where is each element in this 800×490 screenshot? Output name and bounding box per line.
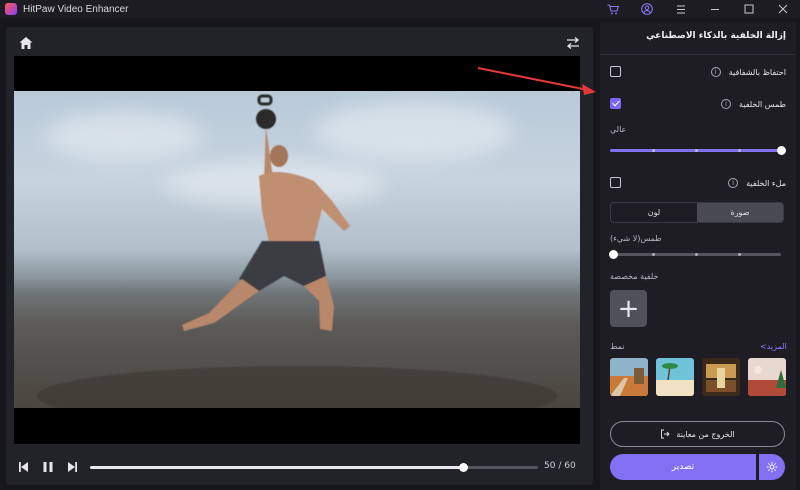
playback-progress-bar[interactable] <box>90 463 538 472</box>
time-total: 60 <box>564 461 576 471</box>
app-title: HitPaw Video Enhancer <box>23 3 129 15</box>
time-display: 50 / 60 <box>544 461 576 471</box>
keep-transparency-label: احتفاظ بالشفافية <box>728 67 786 77</box>
person-figure <box>37 94 557 408</box>
tab-color[interactable]: لون <box>611 203 697 222</box>
pause-icon[interactable] <box>40 459 56 475</box>
custom-background-label: خلفية مخصصة <box>610 272 659 281</box>
blur-none-label: طمس(لا شيء) <box>610 234 662 243</box>
blur-amount-slider[interactable] <box>609 250 781 259</box>
maximize-icon[interactable] <box>732 0 766 18</box>
previous-frame-icon[interactable] <box>16 459 32 475</box>
video-frame <box>14 91 580 408</box>
keep-transparency-checkbox[interactable] <box>610 66 621 77</box>
fill-background-label: ملء الخلفية <box>746 178 786 188</box>
export-button[interactable]: تصدير <box>610 454 756 480</box>
progress-handle[interactable] <box>459 463 469 472</box>
blur-background-label: طمس الخلفية <box>739 99 786 109</box>
exit-preview-button[interactable]: الخروج من معاينة <box>610 421 785 447</box>
info-icon[interactable]: i <box>721 99 732 109</box>
time-separator: / <box>558 461 562 471</box>
menu-icon[interactable] <box>664 0 698 18</box>
user-icon[interactable] <box>630 0 664 18</box>
compare-swap-icon[interactable] <box>565 36 581 50</box>
gear-icon <box>766 461 778 473</box>
video-preview[interactable] <box>14 56 580 444</box>
minimize-icon[interactable] <box>698 0 732 18</box>
settings-panel: إزالة الخلفية بالذكاء الاصطناعي احتفاظ ب… <box>600 22 796 490</box>
preview-area: 50 / 60 <box>6 27 593 485</box>
progress-fill <box>90 466 464 469</box>
fill-background-checkbox[interactable] <box>610 177 621 188</box>
thumbnail-christmas[interactable] <box>748 358 786 396</box>
home-icon[interactable] <box>18 36 34 50</box>
keep-transparency-row: احتفاظ بالشفافية i <box>710 65 786 79</box>
blur-background-row: طمس الخلفية i <box>721 97 786 111</box>
more-link[interactable]: المزيد> <box>760 342 787 351</box>
blur-level-label: عالي <box>610 125 627 134</box>
panel-title: إزالة الخلفية بالذكاء الاصطناعي <box>646 31 786 41</box>
exit-preview-label: الخروج من معاينة <box>676 429 735 439</box>
blur-level-knob[interactable] <box>777 146 786 155</box>
close-icon[interactable] <box>766 0 800 18</box>
style-label: نمط <box>610 342 625 351</box>
tab-image[interactable]: صورة <box>697 203 783 222</box>
thumbnail-library[interactable] <box>702 358 740 396</box>
time-current: 50 <box>544 461 556 471</box>
info-icon[interactable]: i <box>728 178 739 188</box>
blur-background-checkbox[interactable] <box>610 98 621 109</box>
cart-icon[interactable] <box>596 0 630 18</box>
background-thumbnails <box>608 358 786 396</box>
next-frame-icon[interactable] <box>64 459 80 475</box>
title-bar: HitPaw Video Enhancer <box>0 0 800 18</box>
add-background-button[interactable]: + <box>610 290 647 327</box>
blur-level-slider[interactable] <box>610 146 786 155</box>
panel-divider <box>600 54 796 55</box>
fill-type-tabs: لون صورة <box>610 202 784 223</box>
app-logo-icon <box>5 3 17 15</box>
thumbnail-beach[interactable] <box>656 358 694 396</box>
blur-amount-knob[interactable] <box>609 250 618 259</box>
exit-icon <box>661 429 671 439</box>
export-settings-button[interactable] <box>759 454 785 480</box>
fill-background-row: ملء الخلفية i <box>728 176 786 190</box>
info-icon[interactable]: i <box>710 67 721 77</box>
thumbnail-road[interactable] <box>610 358 648 396</box>
